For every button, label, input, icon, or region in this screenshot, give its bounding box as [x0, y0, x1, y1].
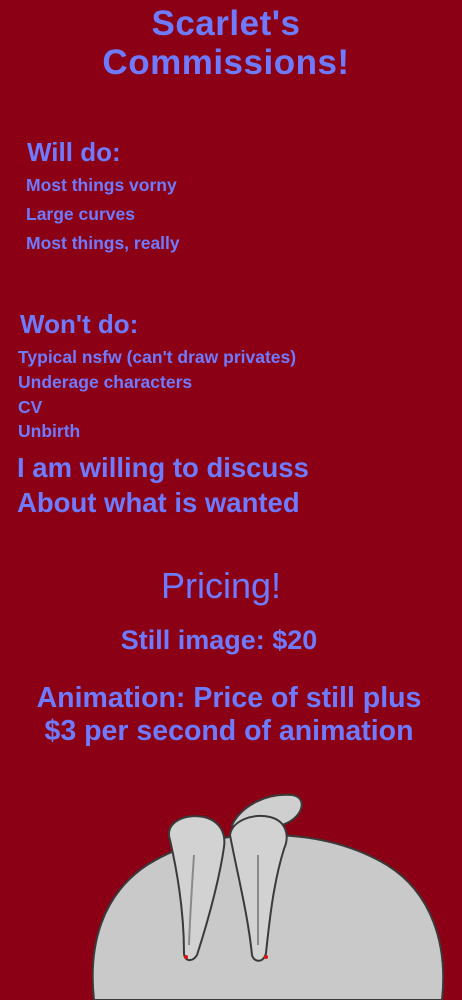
title-line-1: Scarlet's — [151, 4, 301, 43]
animation-price-line-1: Animation: Price of still plus — [36, 682, 422, 714]
discuss-line-1: I am willing to discuss — [17, 452, 309, 483]
wont-do-heading: Won't do: — [20, 309, 139, 339]
list-item: CV — [18, 397, 43, 417]
pricing-heading: Pricing! — [160, 565, 282, 606]
animation-price-line-2: $3 per second of animation — [44, 715, 414, 747]
discuss-line-2: About what is wanted — [17, 487, 300, 518]
title-line-2: Commissions! — [102, 43, 350, 82]
list-item: Unbirth — [18, 421, 81, 441]
list-item: Large curves — [26, 204, 135, 224]
still-image-price: Still image: $20 — [120, 625, 318, 655]
will-do-heading: Will do: — [27, 137, 121, 167]
list-item: Most things, really — [26, 233, 180, 253]
list-item: Underage characters — [18, 372, 193, 392]
bunny-blob-icon — [92, 793, 444, 1000]
list-item: Most things vorny — [26, 175, 177, 195]
list-item: Typical nsfw (can't draw privates) — [18, 347, 297, 367]
